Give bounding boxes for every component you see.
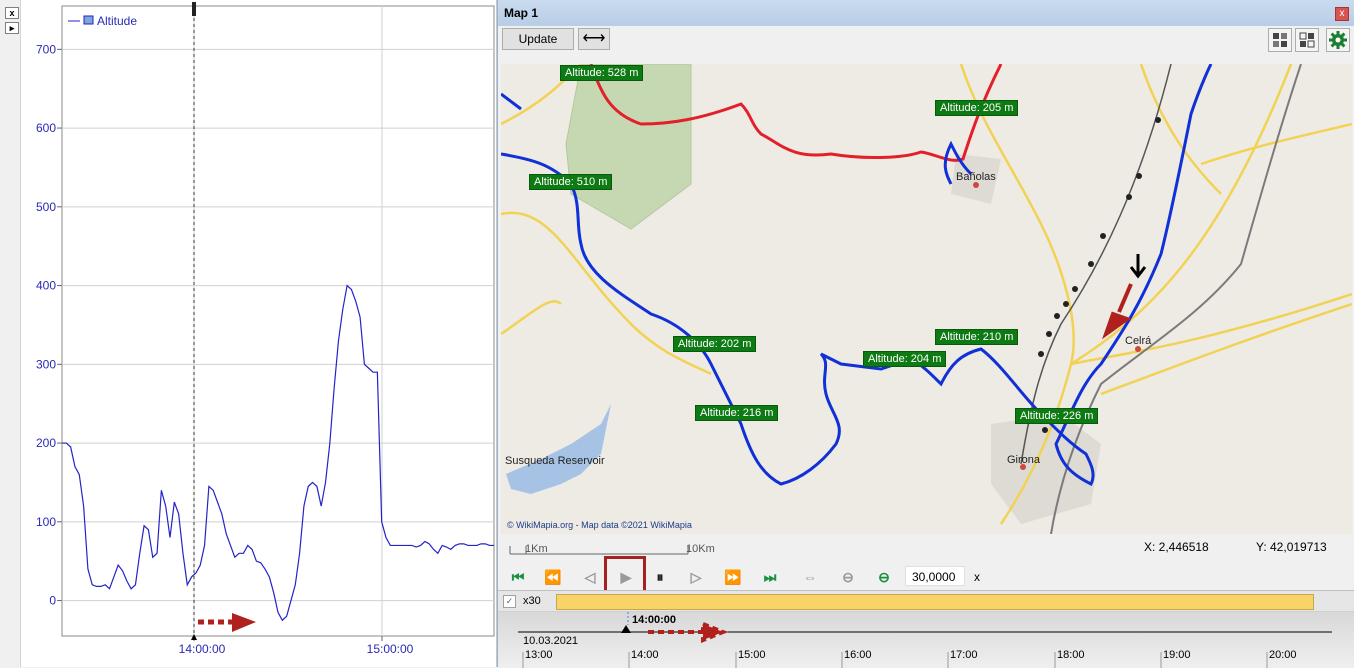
park-area [565, 64, 692, 230]
place-girona: Girona [1007, 454, 1041, 466]
altitude-chart: 0 100 200 300 400 500 600 700 14:00:00 15:00:00 Al… [36, 2, 495, 656]
place-banolas: Bañolas [956, 171, 996, 183]
hour-label: 15:00 [738, 649, 766, 661]
direction-arrow-red [1102, 283, 1133, 340]
altitude-label-226[interactable]: Altitude: 226 m [1015, 408, 1099, 424]
skip-to-start-button[interactable]: ⏮ [508, 567, 528, 587]
map-canvas: Bañolas Celrá Girona Susqueda Reservoir [501, 64, 1352, 534]
hour-label: 14:00 [631, 649, 659, 661]
y-tick-label: 600 [36, 121, 56, 135]
map-toolbar: Update ⟷ [498, 26, 1354, 64]
timeline[interactable]: ✓ x30 14:00:00 10.03.2021 13:00 14:00 15… [498, 590, 1354, 668]
scale-label-small: 1Km [525, 543, 548, 555]
hour-label: 18:00 [1057, 649, 1085, 661]
settings-button[interactable] [1326, 28, 1350, 52]
layout-grid-button[interactable] [1268, 28, 1292, 52]
road-3 [501, 300, 562, 336]
rewind-icon: ⏪ [544, 569, 562, 585]
step-forward-icon: ▷ [690, 569, 702, 585]
x-tick-label: 14:00:00 [179, 642, 226, 656]
scale-label-large: 10Km [686, 543, 715, 555]
cursor-handle [192, 2, 196, 16]
track-checkbox[interactable]: ✓ [503, 595, 516, 608]
track-time-bar[interactable] [556, 594, 1314, 610]
speed-input[interactable]: 30,0000 [905, 566, 965, 586]
coord-x-readout: X: 2,446518 [1144, 540, 1209, 554]
altitude-label-205[interactable]: Altitude: 205 m [935, 100, 1019, 116]
x-tick-label: 15:00:00 [367, 642, 414, 656]
legend-label: Altitude [97, 14, 137, 28]
map-view[interactable]: Bañolas Celrá Girona Susqueda Reservoir … [501, 64, 1352, 534]
place-susqueda-reservoir: Susqueda Reservoir [505, 455, 605, 467]
step-back-button[interactable]: ◁ [580, 567, 600, 587]
coord-y-readout: Y: 42,019713 [1256, 540, 1327, 554]
legend-icon [83, 15, 94, 25]
zoom-all-button[interactable]: ⊖ [874, 567, 894, 587]
hour-label: 17:00 [950, 649, 978, 661]
chart-close-button[interactable]: x [5, 7, 19, 19]
y-tick-label: 500 [36, 200, 56, 214]
grid-alt-icon [1299, 32, 1315, 48]
place-celra: Celrá [1125, 335, 1152, 347]
hour-label: 16:00 [844, 649, 872, 661]
fast-forward-icon: ⏩ [724, 569, 742, 585]
altitude-label-216[interactable]: Altitude: 216 m [695, 405, 779, 421]
zoom-out-icon: ⊖ [842, 569, 854, 585]
chart-side-handle[interactable]: x ▸ [0, 0, 21, 667]
y-tick-label: 0 [49, 594, 56, 608]
skip-to-end-button[interactable]: ⏭ [760, 567, 780, 587]
timeline-scale: 14:00:00 10.03.2021 13:00 14:00 15:00 16… [498, 612, 1354, 668]
map-title-bar[interactable]: Map 1 x [498, 0, 1354, 27]
track-speed-label: x30 [523, 595, 541, 607]
road-6 [1070, 64, 1293, 366]
map-close-button[interactable]: x [1335, 7, 1349, 21]
fit-x-button[interactable]: ⇔ [800, 567, 820, 587]
map-window-title: Map 1 [504, 6, 539, 20]
fast-forward-button[interactable]: ⏩ [723, 567, 743, 587]
hour-label: 13:00 [525, 649, 553, 661]
y-tick-label: 100 [36, 515, 56, 529]
railway [1020, 64, 1172, 465]
step-back-icon: ◁ [584, 569, 596, 585]
y-tick-label: 300 [36, 357, 56, 371]
layout-alt-button[interactable] [1295, 28, 1319, 52]
fit-x-icon: ⇔ [803, 569, 817, 585]
y-tick-label: 200 [36, 436, 56, 450]
speed-unit-label: x [974, 570, 980, 584]
timeline-ticks [518, 612, 1332, 668]
hour-label: 20:00 [1269, 649, 1297, 661]
map-copyright: © WikiMapia.org - Map data ©2021 WikiMap… [507, 520, 692, 530]
y-tick-label: 700 [36, 42, 56, 56]
pause-icon: ⏸ [656, 569, 664, 585]
altitude-label-210[interactable]: Altitude: 210 m [935, 329, 1019, 345]
double-arrow-icon: ⟷ [582, 30, 606, 47]
update-button[interactable]: Update [502, 28, 574, 50]
y-tick-label: 400 [36, 279, 56, 293]
altitude-label-202[interactable]: Altitude: 202 m [673, 336, 757, 352]
pause-button[interactable]: ⏸ [650, 567, 670, 587]
altitude-label-204[interactable]: Altitude: 204 m [863, 351, 947, 367]
skip-start-icon: ⏮ [511, 569, 525, 585]
zoom-all-icon: ⊖ [878, 569, 890, 585]
fit-width-button[interactable]: ⟷ [578, 28, 610, 50]
skip-end-icon: ⏭ [763, 569, 777, 585]
gear-icon [1329, 31, 1347, 49]
hour-label: 19:00 [1163, 649, 1191, 661]
reservoir [506, 404, 611, 494]
plot-area [61, 5, 495, 637]
rewind-button[interactable]: ⏪ [543, 567, 563, 587]
altitude-label-528[interactable]: Altitude: 528 m [560, 65, 644, 81]
zoom-out-button[interactable]: ⊖ [838, 567, 858, 587]
position-arrow-black [1129, 254, 1147, 279]
altitude-chart-pane: 0 100 200 300 400 500 600 700 14:00:00 15:00:00 Al… [0, 0, 497, 667]
map-window: Map 1 x Update ⟷ Bañolas Celrá Girona Su… [497, 0, 1354, 668]
step-forward-button[interactable]: ▷ [686, 567, 706, 587]
play-button-highlight [604, 556, 646, 594]
grid-layout-icon [1273, 33, 1287, 47]
chart-expand-button[interactable]: ▸ [5, 22, 19, 34]
timeline-track-row: ✓ x30 [498, 591, 1354, 612]
altitude-label-510[interactable]: Altitude: 510 m [529, 174, 613, 190]
